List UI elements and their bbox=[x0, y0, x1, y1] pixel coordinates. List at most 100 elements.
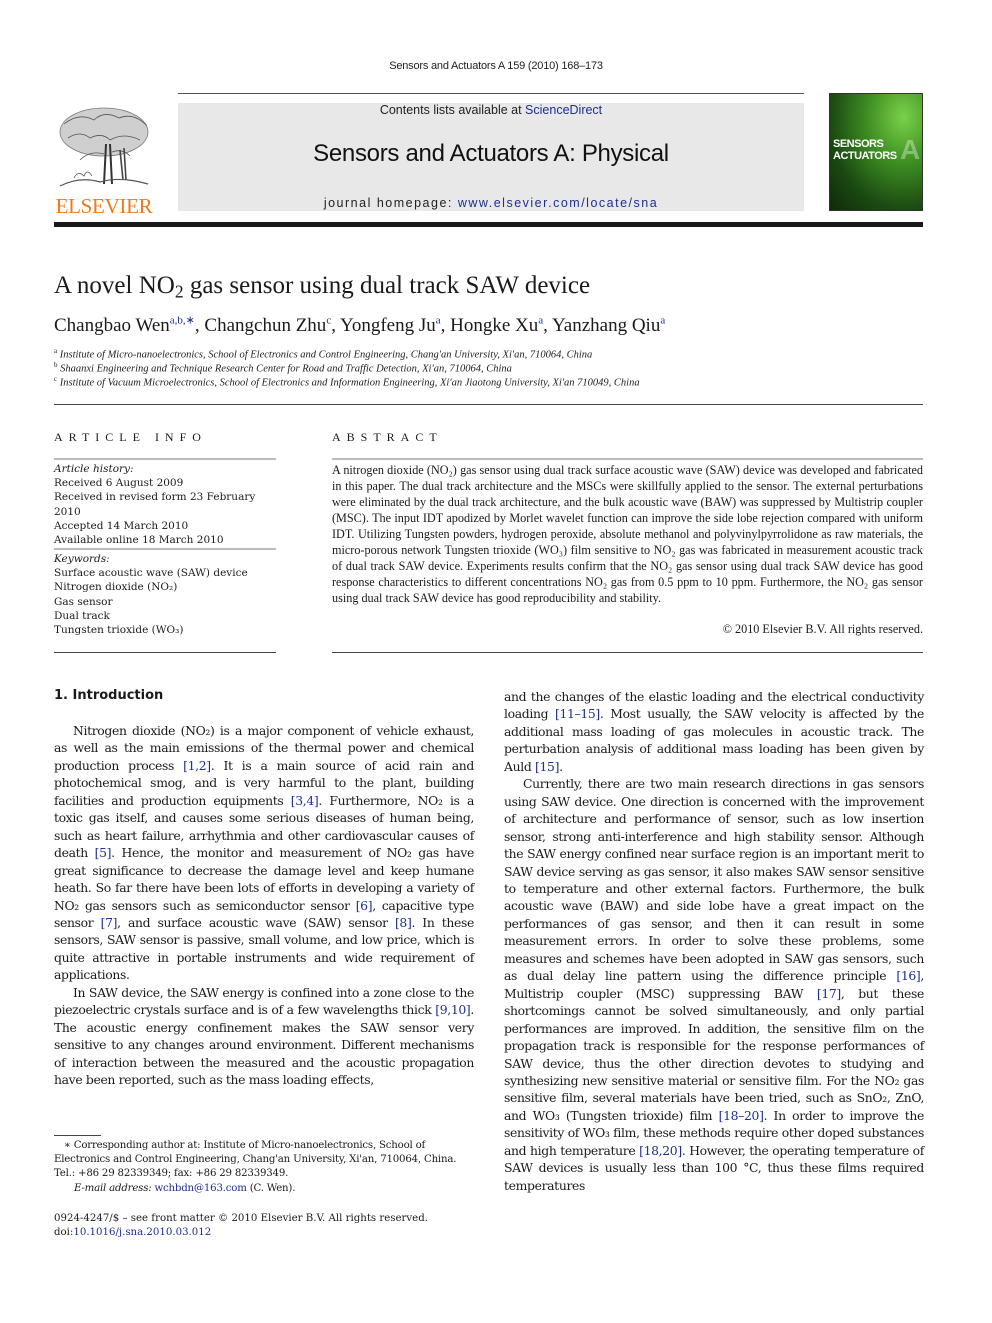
publisher-logo-text: ELSEVIER bbox=[55, 194, 153, 218]
citation-link[interactable]: [9,10] bbox=[435, 1002, 471, 1017]
keyword: Nitrogen dioxide (NO₂) bbox=[54, 581, 178, 594]
keywords: Keywords: Surface acoustic wave (SAW) de… bbox=[54, 552, 284, 637]
citation-link[interactable]: [16] bbox=[896, 968, 920, 983]
abstract-heading: ABSTRACT bbox=[332, 430, 443, 444]
affiliation: c Institute of Vacuum Microelectronics, … bbox=[54, 375, 640, 389]
keyword: Surface acoustic wave (SAW) device bbox=[54, 567, 248, 580]
doi-prefix: doi: bbox=[54, 1227, 74, 1239]
divider bbox=[54, 548, 276, 550]
paragraph: In SAW device, the SAW energy is confine… bbox=[54, 984, 474, 1089]
title-subscript: 2 bbox=[174, 281, 184, 302]
cover-title-line2: ACTUATORS bbox=[833, 150, 897, 162]
title-part: A novel NO bbox=[54, 272, 175, 299]
text-run: . bbox=[559, 758, 563, 774]
author-list: Changbao Wena,b,∗, Changchun Zhuc, Yongf… bbox=[54, 314, 665, 337]
affiliation: b Shaanxi Engineering and Technique Rese… bbox=[54, 361, 512, 375]
citation-link[interactable]: [7] bbox=[101, 915, 118, 930]
affiliation: a Institute of Micro-nanoelectronics, Sc… bbox=[54, 347, 592, 361]
author: Yanzhang Qiua bbox=[552, 315, 665, 336]
author-name: Yongfeng Ju bbox=[340, 315, 436, 337]
masthead-bottom-rule bbox=[54, 222, 923, 227]
journal-homepage: journal homepage: www.elsevier.com/locat… bbox=[178, 196, 804, 210]
citation-link[interactable]: [6] bbox=[356, 898, 373, 913]
author-name: Changchun Zhu bbox=[204, 315, 327, 337]
author-name: Yanzhang Qiu bbox=[551, 315, 661, 337]
front-matter: 0924-4247/$ – see front matter © 2010 El… bbox=[54, 1212, 428, 1241]
journal-name: Sensors and Actuators A: Physical bbox=[313, 140, 669, 167]
footnote-rule bbox=[54, 1135, 101, 1136]
affiliation-mark: c bbox=[54, 375, 58, 383]
author-sep: , bbox=[543, 315, 552, 337]
divider bbox=[54, 652, 276, 653]
text-run: , and surface acoustic wave (SAW) sensor bbox=[117, 914, 395, 930]
journal-homepage-link[interactable]: www.elsevier.com/locate/sna bbox=[458, 196, 658, 210]
journal-cover-image: SENSORS ACTUATORS A bbox=[829, 93, 923, 211]
abstract-copyright: © 2010 Elsevier B.V. All rights reserved… bbox=[722, 622, 923, 636]
author: Changchun Zhuc, bbox=[204, 315, 340, 336]
keyword: Gas sensor bbox=[54, 595, 113, 608]
text-run: Currently, there are two main research d… bbox=[504, 776, 924, 984]
tree-icon bbox=[59, 107, 149, 187]
affiliation-mark: b bbox=[54, 361, 58, 369]
article-history: Article history: Received 6 August 2009 … bbox=[54, 462, 284, 547]
masthead-top-rule bbox=[178, 93, 804, 94]
history-item: Received 6 August 2009 bbox=[54, 477, 184, 490]
citation-link[interactable]: [17] bbox=[817, 986, 841, 1001]
article-info-heading: ARTICLE INFO bbox=[54, 430, 207, 444]
body-column-left: Nitrogen dioxide (NO₂) is a major compon… bbox=[54, 722, 474, 1089]
citation-link[interactable]: [1,2] bbox=[183, 758, 211, 773]
section-heading: 1. Introduction bbox=[54, 688, 164, 703]
email-link[interactable]: wchbdn@163.com bbox=[155, 1183, 247, 1194]
citation-link[interactable]: [3,4] bbox=[291, 793, 319, 808]
citation-link[interactable]: [5] bbox=[95, 845, 112, 860]
citation-link[interactable]: [15] bbox=[535, 759, 559, 774]
author-affil-mark[interactable]: a,b,∗ bbox=[170, 315, 195, 327]
history-item: Available online 18 March 2010 bbox=[54, 534, 224, 547]
issn-line: 0924-4247/$ – see front matter © 2010 El… bbox=[54, 1213, 428, 1224]
affiliation-text: Shaanxi Engineering and Technique Resear… bbox=[60, 363, 512, 375]
homepage-prefix: journal homepage: bbox=[323, 196, 458, 210]
article-history-label: Article history: bbox=[54, 463, 134, 475]
doi-link[interactable]: 10.1016/j.sna.2010.03.012 bbox=[73, 1227, 211, 1238]
keyword: Dual track bbox=[54, 609, 110, 622]
author-sep: , bbox=[331, 315, 340, 337]
affiliation-text: Institute of Micro-nanoelectronics, Scho… bbox=[59, 349, 593, 361]
contact-phone-fax: Tel.: +86 29 82339349; fax: +86 29 82339… bbox=[54, 1168, 289, 1180]
divider bbox=[54, 458, 276, 460]
cover-title-line1: SENSORS bbox=[833, 138, 884, 150]
abstract-text: A nitrogen dioxide (NO₂) gas sensor usin… bbox=[332, 463, 923, 605]
contents-availability: Contents lists available at ScienceDirec… bbox=[178, 103, 804, 117]
divider bbox=[54, 404, 923, 405]
paragraph: Nitrogen dioxide (NO₂) is a major compon… bbox=[54, 722, 474, 984]
author-affil-mark[interactable]: a bbox=[660, 315, 665, 327]
author: Changbao Wena,b,∗, bbox=[54, 315, 204, 336]
author-sep: , bbox=[440, 315, 451, 337]
citation-link[interactable]: [18–20] bbox=[719, 1108, 764, 1123]
body-column-right: and the changes of the elastic loading a… bbox=[504, 688, 924, 1194]
doi-line: doi:10.1016/j.sna.2010.03.012 bbox=[54, 1226, 428, 1240]
author-name: Hongke Xu bbox=[450, 315, 539, 337]
sciencedirect-link[interactable]: ScienceDirect bbox=[525, 103, 602, 117]
history-item: Accepted 14 March 2010 bbox=[54, 519, 189, 532]
history-item: Received in revised form 23 February 201… bbox=[54, 491, 256, 518]
paragraph: Currently, there are two main research d… bbox=[504, 775, 924, 1194]
contents-prefix: Contents lists available at bbox=[379, 103, 526, 117]
paragraph: and the changes of the elastic loading a… bbox=[504, 688, 924, 775]
cover-letter: A bbox=[900, 134, 921, 165]
corresponding-author-note: ∗ Corresponding author at: Institute of … bbox=[54, 1140, 457, 1166]
keyword: Tungsten trioxide (WO₃) bbox=[54, 624, 184, 637]
citation-link[interactable]: [18,20] bbox=[639, 1143, 682, 1158]
affiliation-text: Institute of Vacuum Microelectronics, Sc… bbox=[59, 377, 640, 389]
citation-link[interactable]: [8] bbox=[395, 915, 412, 930]
article-title: A novel NO2 gas sensor using dual track … bbox=[54, 272, 590, 300]
email-line: E-mail address: wchbdn@163.com (C. Wen). bbox=[54, 1182, 474, 1196]
email-suffix: (C. Wen). bbox=[246, 1182, 296, 1194]
author-sep: , bbox=[194, 315, 205, 337]
running-head: Sensors and Actuators A 159 (2010) 168–1… bbox=[389, 60, 603, 72]
title-part: gas sensor using dual track SAW device bbox=[183, 272, 591, 299]
author-name: Changbao Wen bbox=[54, 315, 170, 337]
footnote: ∗ Corresponding author at: Institute of … bbox=[54, 1139, 474, 1196]
text-run: In SAW device, the SAW energy is confine… bbox=[54, 984, 474, 1018]
citation-link[interactable]: [11–15] bbox=[555, 706, 600, 721]
divider bbox=[332, 458, 923, 460]
